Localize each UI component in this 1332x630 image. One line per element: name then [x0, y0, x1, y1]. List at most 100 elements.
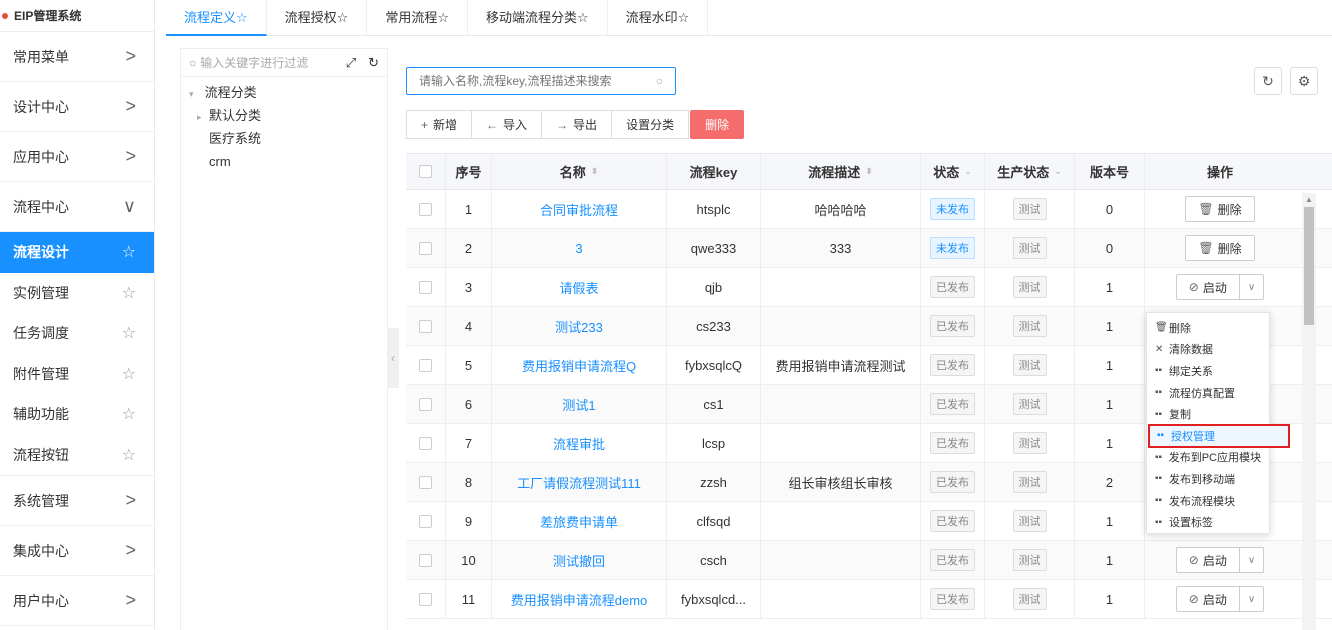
row-checkbox[interactable] [419, 319, 432, 333]
sidebar-item-4[interactable]: 辅助功能 ☆ [0, 394, 154, 435]
process-name-link[interactable]: 3 [575, 241, 582, 256]
row-checkbox[interactable] [419, 475, 432, 489]
process-name-link[interactable]: 费用报销申请流程demo [511, 590, 648, 609]
star-icon[interactable]: ☆ [122, 242, 136, 262]
row-start-button[interactable]: ⊘ 启动 [1175, 274, 1240, 300]
process-name-link[interactable]: 测试233 [555, 317, 603, 336]
scroll-up-icon[interactable]: ▲ [1305, 195, 1313, 204]
sort-icon[interactable]: ⬍ [865, 166, 873, 177]
refresh-icon[interactable]: ↻ [368, 55, 379, 71]
row-checkbox[interactable] [419, 592, 432, 606]
refresh-button[interactable]: ↻ [1254, 67, 1282, 95]
tree-expand-icon[interactable]: ▸ [197, 106, 209, 129]
menu-group-groups_bottom-1[interactable]: 集成中心 > [0, 526, 154, 576]
process-name-link[interactable]: 费用报销申请流程Q [522, 356, 636, 375]
dropdown-item-7[interactable]: ▪▪ 发布到移动端 [1147, 468, 1269, 490]
header-prod[interactable]: 生产状态 ⌄ [985, 154, 1075, 189]
dropdown-item-3[interactable]: ▪▪ 流程仿真配置 [1147, 382, 1269, 404]
table-row[interactable]: 2 3 qwe333 333 未发布 测试 0 🗑 删除 [406, 229, 1332, 268]
scrollbar-thumb[interactable] [1304, 207, 1314, 325]
filter-icon[interactable]: ⌄ [1054, 166, 1062, 177]
delete-button[interactable]: 删除 [690, 110, 745, 139]
tab-4[interactable]: 流程水印☆ [608, 0, 709, 36]
menu-group-groups_top-3[interactable]: 流程中心 ∨ [0, 182, 154, 232]
table-row[interactable]: 11 费用报销申请流程demo fybxsqlcd... 已发布 测试 1 ⊘ 启动 ∨ [406, 580, 1332, 619]
row-checkbox[interactable] [419, 514, 432, 528]
menu-group-groups_top-0[interactable]: 常用菜单 > [0, 32, 154, 82]
add-button[interactable]: + 新增 [406, 110, 473, 139]
dropdown-item-2[interactable]: ▪▪ 绑定关系 [1147, 360, 1269, 382]
export-button[interactable]: → 导出 [541, 110, 613, 139]
select-all-checkbox[interactable] [419, 165, 432, 178]
tree-filter[interactable]: ○ 输入关键字进行过滤 ⤢ ↻ [181, 49, 387, 77]
tree-collapse-icon[interactable]: ▾ [189, 83, 201, 106]
star-icon[interactable]: ☆ [122, 364, 136, 384]
star-icon[interactable]: ☆ [122, 404, 136, 424]
expand-icon[interactable]: ⤢ [346, 55, 356, 71]
process-search[interactable]: ○ [406, 67, 676, 95]
dropdown-item-6[interactable]: ▪▪ 发布到PC应用模块 [1147, 447, 1269, 469]
table-row[interactable]: 3 请假表 qjb 已发布 测试 1 ⊘ 启动 ∨ [406, 268, 1332, 307]
sidebar-item-2[interactable]: 任务调度 ☆ [0, 313, 154, 354]
filter-icon[interactable]: ⌄ [964, 166, 972, 177]
search-icon[interactable]: ○ [656, 74, 663, 88]
tree-node-root[interactable]: ▾ 流程分类 [189, 81, 387, 104]
row-delete-button[interactable]: 🗑 删除 [1185, 196, 1255, 222]
star-icon[interactable]: ☆ [122, 323, 136, 343]
process-name-link[interactable]: 测试撤回 [553, 551, 605, 570]
row-checkbox[interactable] [419, 358, 432, 372]
table-row[interactable]: 1 合同审批流程 htsplc 哈哈哈哈 未发布 测试 0 🗑 删除 [406, 190, 1332, 229]
row-checkbox[interactable] [419, 241, 432, 255]
table-row[interactable]: 10 测试撤回 csch 已发布 测试 1 ⊘ 启动 ∨ [406, 541, 1332, 580]
row-delete-button[interactable]: 🗑 删除 [1185, 235, 1255, 261]
tree-node[interactable]: crm [197, 150, 387, 173]
header-name[interactable]: 名称 ⬍ [492, 154, 667, 189]
dropdown-item-9[interactable]: ▪▪ 设置标签 [1147, 511, 1269, 533]
row-checkbox[interactable] [419, 202, 432, 216]
tree-node[interactable]: 医疗系统 [197, 127, 387, 150]
process-name-link[interactable]: 流程审批 [553, 434, 605, 453]
tab-0[interactable]: 流程定义☆ [166, 0, 267, 36]
star-icon[interactable]: ☆ [122, 445, 136, 465]
row-checkbox[interactable] [419, 397, 432, 411]
tree-node[interactable]: ▸ 默认分类 [197, 104, 387, 127]
tab-3[interactable]: 移动端流程分类☆ [468, 0, 608, 36]
menu-group-groups_top-1[interactable]: 设计中心 > [0, 82, 154, 132]
process-name-link[interactable]: 合同审批流程 [540, 200, 618, 219]
process-name-link[interactable]: 测试1 [562, 395, 595, 414]
menu-group-groups_top-2[interactable]: 应用中心 > [0, 132, 154, 182]
process-name-link[interactable]: 差旅费申请单 [540, 512, 618, 531]
process-name-link[interactable]: 工厂请假流程测试111 [517, 473, 641, 492]
vertical-scrollbar[interactable]: ▲ [1302, 193, 1316, 630]
dropdown-item-5[interactable]: ▪▪ 授权管理 [1148, 423, 1290, 448]
dropdown-item-8[interactable]: ▪▪ 发布流程模块 [1147, 490, 1269, 512]
more-actions-button[interactable]: ∨ [1239, 547, 1265, 573]
tab-2[interactable]: 常用流程☆ [367, 0, 468, 36]
menu-group-groups_bottom-2[interactable]: 用户中心 > [0, 576, 154, 626]
settings-button[interactable]: ⚙ [1290, 67, 1318, 95]
more-actions-button[interactable]: ∨ [1239, 586, 1265, 612]
menu-group-groups_bottom-0[interactable]: 系统管理 > [0, 476, 154, 526]
row-checkbox[interactable] [419, 280, 432, 294]
dropdown-item-4[interactable]: ▪▪ 复制 [1147, 403, 1269, 425]
set-category-button[interactable]: 设置分类 [611, 110, 690, 139]
row-start-button[interactable]: ⊘ 启动 [1175, 586, 1240, 612]
sidebar-item-1[interactable]: 实例管理 ☆ [0, 273, 154, 314]
dropdown-item-0[interactable]: 🗑 删除 [1147, 317, 1269, 339]
tab-1[interactable]: 流程授权☆ [267, 0, 368, 36]
sidebar-item-3[interactable]: 附件管理 ☆ [0, 354, 154, 395]
row-start-button[interactable]: ⊘ 启动 [1175, 547, 1240, 573]
star-icon[interactable]: ☆ [122, 283, 136, 303]
row-checkbox[interactable] [419, 436, 432, 450]
sidebar-item-0[interactable]: 流程设计 ☆ [0, 232, 154, 273]
import-button[interactable]: ← 导入 [471, 110, 543, 139]
tree-filter-placeholder[interactable]: 输入关键字进行过滤 [200, 54, 308, 71]
sort-icon[interactable]: ⬍ [591, 166, 599, 177]
header-desc[interactable]: 流程描述 ⬍ [761, 154, 921, 189]
header-status[interactable]: 状态 ⌄ [921, 154, 985, 189]
row-checkbox[interactable] [419, 553, 432, 567]
sidebar-item-5[interactable]: 流程按钮 ☆ [0, 435, 154, 476]
dropdown-item-1[interactable]: ✕ 清除数据 [1147, 339, 1269, 361]
process-name-link[interactable]: 请假表 [559, 278, 598, 297]
more-actions-button[interactable]: ∨ [1239, 274, 1265, 300]
